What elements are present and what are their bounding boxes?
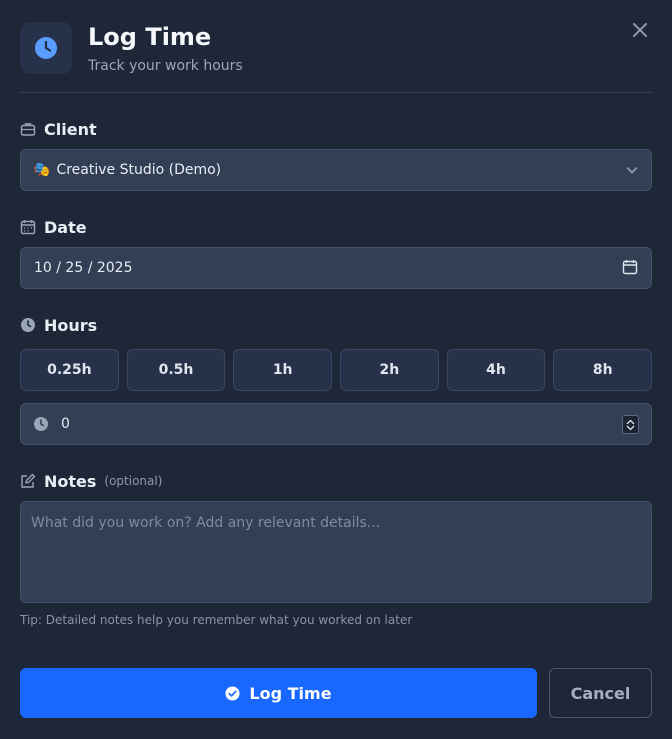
preset-button-8h[interactable]: 8h: [553, 349, 653, 391]
dialog-header: Log Time Track your work hours: [20, 22, 652, 74]
hours-stepper[interactable]: [622, 415, 639, 434]
notes-placeholder: What did you work on? Add any relevant d…: [31, 515, 381, 531]
dialog-title: Log Time: [88, 23, 212, 51]
header-icon-badge: [20, 22, 72, 74]
notes-tip: Tip: Detailed notes help you remember wh…: [20, 613, 413, 627]
hours-presets: 0.25h 0.5h 1h 2h 4h 8h: [20, 349, 653, 391]
date-input[interactable]: 10 / 25 / 2025: [20, 247, 652, 289]
log-time-button[interactable]: Log Time: [20, 668, 537, 718]
edit-icon: [21, 473, 36, 488]
hours-input[interactable]: 0: [20, 403, 652, 445]
calendar-icon: [20, 220, 36, 235]
notes-optional-hint: (optional): [104, 474, 163, 488]
clock-small-icon: [21, 318, 35, 332]
hours-label: Hours: [44, 315, 98, 335]
preset-button-4h[interactable]: 4h: [446, 349, 546, 391]
close-icon: [633, 23, 647, 37]
chevron-down-icon[interactable]: [626, 425, 635, 431]
chevron-down-icon: [626, 167, 638, 174]
dialog-subtitle: Track your work hours: [88, 58, 243, 74]
clock-input-icon: [34, 417, 48, 431]
log-time-button-label: Log Time: [249, 683, 332, 703]
client-select[interactable]: 🎭 Creative Studio (Demo): [20, 149, 652, 191]
check-circle-icon: [225, 685, 240, 701]
notes-label-row: Notes (optional): [20, 470, 162, 492]
hours-label-row: Hours: [20, 314, 97, 336]
client-label-row: Client: [20, 118, 97, 140]
preset-button-0-5h[interactable]: 0.5h: [126, 349, 226, 391]
hours-value: 0: [61, 416, 70, 432]
preset-button-2h[interactable]: 2h: [340, 349, 439, 391]
preset-button-0-25h[interactable]: 0.25h: [20, 349, 119, 391]
close-button[interactable]: [628, 18, 652, 42]
client-emoji: 🎭: [33, 162, 51, 178]
header-divider: [20, 92, 652, 93]
cancel-button[interactable]: Cancel: [549, 668, 652, 718]
notes-label: Notes: [44, 471, 97, 491]
client-selected-value: Creative Studio (Demo): [56, 162, 222, 178]
briefcase-icon: [20, 123, 36, 136]
preset-button-1h[interactable]: 1h: [233, 349, 333, 391]
clock-icon: [35, 37, 57, 59]
date-value: 10 / 25 / 2025: [34, 260, 133, 276]
date-label: Date: [44, 217, 87, 237]
notes-textarea[interactable]: What did you work on? Add any relevant d…: [20, 501, 652, 603]
calendar-picker-icon[interactable]: [622, 259, 638, 275]
client-label: Client: [44, 119, 97, 139]
date-label-row: Date: [20, 216, 87, 238]
